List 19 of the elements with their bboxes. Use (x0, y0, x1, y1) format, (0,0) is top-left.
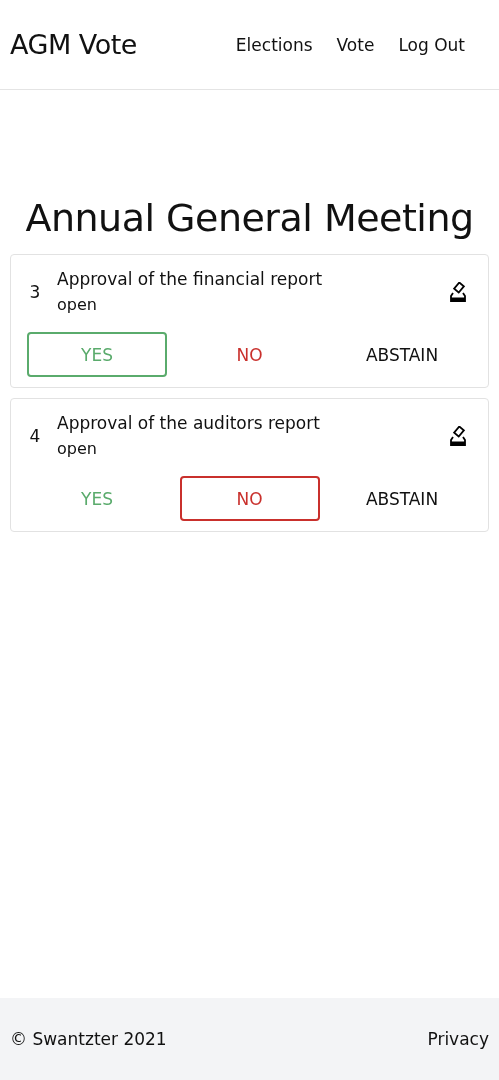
ballot-box-icon (448, 281, 468, 302)
vote-option[interactable]: NO (179, 332, 320, 377)
nav-link[interactable]: Log Out (398, 34, 465, 55)
motion-number: 4 (28, 425, 42, 446)
nav-link[interactable]: Vote (336, 34, 375, 55)
copyright-text: © Swantzter 2021 (10, 1029, 167, 1049)
vote-option[interactable]: NO (179, 476, 320, 521)
privacy-link[interactable]: Privacy (427, 1029, 489, 1049)
motion-title: Approval of the auditors report (57, 413, 321, 433)
motion-title: Approval of the financial report (57, 269, 324, 289)
motion-status: open (57, 439, 98, 458)
brand-title[interactable]: AGM Vote (10, 29, 137, 60)
motion-number: 3 (28, 281, 42, 302)
vote-option[interactable]: ABSTAIN (332, 332, 472, 377)
vote-option[interactable]: ABSTAIN (332, 476, 472, 521)
nav-link[interactable]: Elections (235, 34, 313, 55)
motion-status: open (57, 295, 98, 314)
ballot-box-icon (448, 425, 468, 446)
page-title: Annual General Meeting (24, 196, 475, 240)
